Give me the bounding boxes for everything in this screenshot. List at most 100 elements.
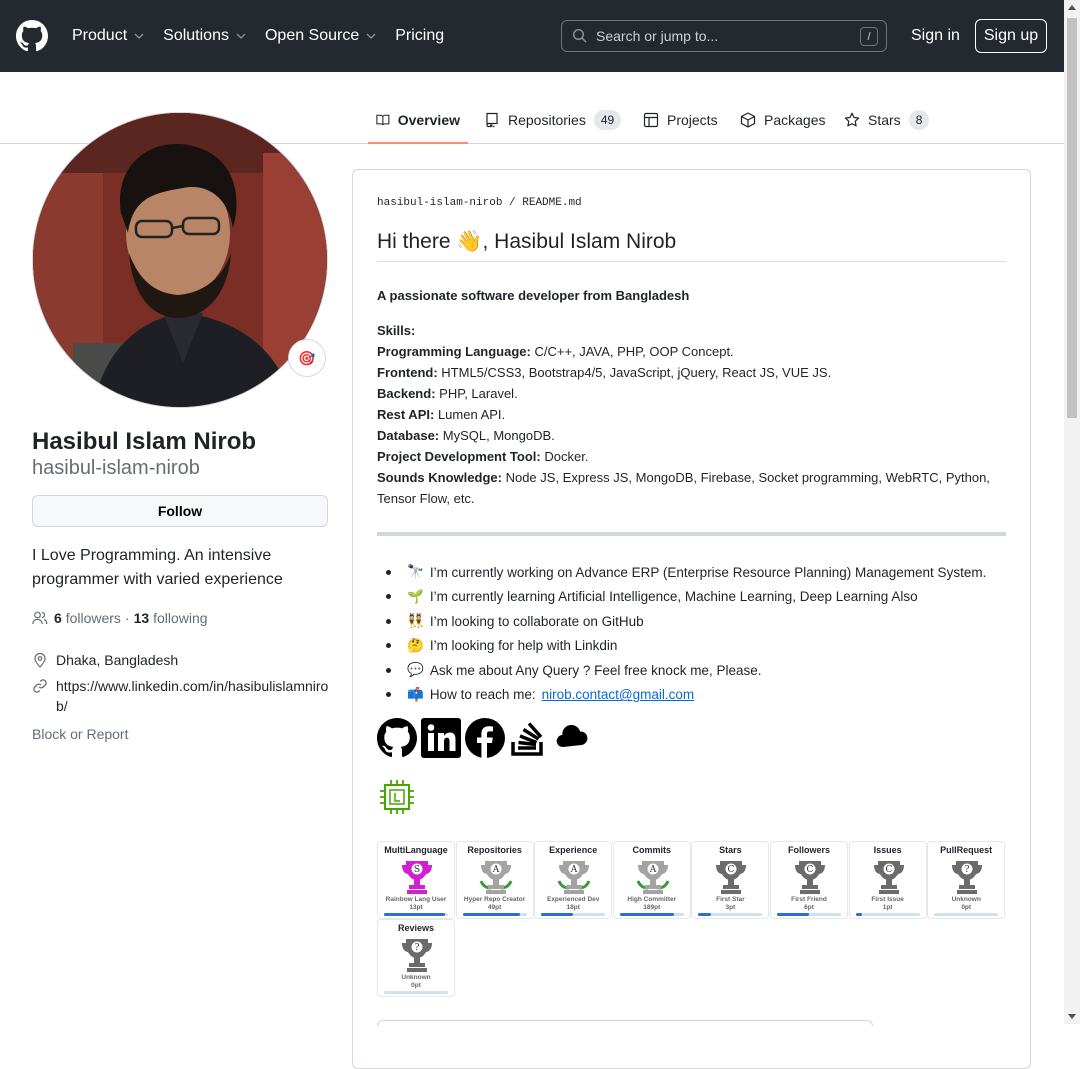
trophy-points: 18pt bbox=[566, 904, 580, 911]
followers-count: 6 bbox=[54, 610, 62, 626]
trophy-icon: C bbox=[873, 861, 904, 894]
bullet-text: I’m looking to collaborate on GitHub bbox=[429, 613, 644, 629]
profile-bio: I Love Programming. An intensive program… bbox=[32, 547, 283, 588]
block-or-report-link[interactable]: Block or Report bbox=[32, 726, 128, 742]
trophy-points: 6pt bbox=[804, 904, 814, 911]
sign-in-link[interactable]: Sign in bbox=[911, 27, 960, 45]
nav-solutions[interactable]: Solutions bbox=[163, 27, 247, 45]
cloud-icon[interactable] bbox=[553, 718, 593, 758]
follow-button[interactable]: Follow bbox=[32, 495, 328, 527]
search-input[interactable]: Search or jump to... / bbox=[561, 20, 887, 52]
linkedin-icon[interactable] bbox=[421, 718, 461, 758]
skills-heading: Skills: bbox=[377, 323, 416, 338]
link-icon bbox=[33, 679, 47, 693]
profile-username: hasibul-islam-nirob bbox=[32, 457, 200, 479]
skill-label: Backend: bbox=[377, 386, 436, 401]
skill-line: Programming Language: C/C++, JAVA, PHP, … bbox=[377, 341, 1017, 362]
scrollbar-thumb[interactable] bbox=[1067, 18, 1077, 418]
mailbox-emoji: 📫 bbox=[407, 686, 424, 702]
profile-website: https://www.linkedin.com/in/hasibulislam… bbox=[32, 676, 332, 716]
profile-location: Dhaka, Bangladesh bbox=[32, 650, 332, 670]
status-emoji-button[interactable]: 🎯 bbox=[288, 339, 326, 377]
skill-value: Docker. bbox=[544, 449, 589, 464]
trophy-title: High Committer bbox=[627, 896, 677, 903]
skill-label: Database: bbox=[377, 428, 440, 443]
followers-link[interactable]: 6 followers bbox=[54, 610, 121, 626]
readme-tagline: A passionate software developer from Ban… bbox=[377, 288, 690, 303]
trophy-card: Issues C First Issue 1pt bbox=[848, 841, 927, 919]
trophy-icon: ? bbox=[952, 861, 983, 894]
skill-label: Programming Language: bbox=[377, 344, 531, 359]
trophy-icon: A bbox=[479, 861, 512, 894]
stackoverflow-icon[interactable] bbox=[509, 718, 549, 758]
trophy-name: Followers bbox=[787, 845, 830, 855]
readme-path-file: README.md bbox=[522, 197, 582, 209]
avatar[interactable] bbox=[32, 112, 328, 408]
trophy-icon: A bbox=[557, 861, 591, 894]
trophy-progress bbox=[934, 913, 999, 916]
trophy-points: 0pt bbox=[961, 904, 972, 911]
trophy-progress bbox=[384, 991, 448, 994]
bullet-text: I’m currently learning Artificial Intell… bbox=[429, 589, 918, 605]
book-icon bbox=[376, 114, 390, 126]
nav-open-source[interactable]: Open Source bbox=[265, 27, 377, 45]
next-card-edge bbox=[377, 1020, 873, 1026]
email-link[interactable]: nirob.contact@gmail.com bbox=[542, 687, 695, 702]
trophy-name: Reviews bbox=[397, 923, 435, 933]
chevron-down-icon bbox=[134, 33, 144, 39]
website-link[interactable]: https://www.linkedin.com/in/hasibulislam… bbox=[56, 676, 332, 716]
skill-label: Sounds Knowledge: bbox=[377, 470, 502, 485]
trophy-name: Experience bbox=[549, 845, 598, 855]
section-divider bbox=[377, 532, 1006, 536]
tab-stars[interactable]: Stars 8 bbox=[844, 108, 930, 144]
trophy-icon: ? bbox=[402, 939, 432, 972]
tab-repositories[interactable]: Repositories 49 bbox=[484, 108, 622, 144]
readme-path-user[interactable]: hasibul-islam-nirob bbox=[377, 197, 502, 209]
repo-icon bbox=[486, 112, 498, 128]
trophy-card: Commits A High Committer 189pt bbox=[612, 841, 691, 919]
tab-projects[interactable]: Projects bbox=[643, 108, 718, 144]
facebook-icon[interactable] bbox=[465, 718, 505, 758]
trophy-icon: C bbox=[795, 861, 825, 894]
skill-line: Sounds Knowledge: Node JS, Express JS, M… bbox=[377, 467, 1017, 509]
location-icon bbox=[34, 652, 46, 668]
site-header: Product Solutions Open Source Pricing Se… bbox=[0, 0, 1064, 72]
tab-overview[interactable]: Overview bbox=[368, 108, 468, 144]
trophy-name: PullRequest bbox=[940, 845, 993, 855]
trophy-title: Rainbow Lang User bbox=[385, 896, 447, 903]
trophy-rank: C bbox=[728, 865, 735, 875]
skill-value: MySQL, MongoDB. bbox=[442, 428, 555, 443]
scroll-down-arrow[interactable] bbox=[1068, 1014, 1076, 1019]
nav-pricing[interactable]: Pricing bbox=[395, 27, 444, 45]
trophy-icon: C bbox=[716, 861, 747, 894]
trophy-rank: S bbox=[414, 865, 420, 875]
page-scrollbar[interactable] bbox=[1064, 0, 1080, 1024]
trophy-icon: S bbox=[402, 861, 432, 894]
skill-line: Rest API: Lumen API. bbox=[377, 404, 1017, 425]
bullet-text: I’m currently working on Advance ERP (En… bbox=[429, 564, 987, 580]
following-link[interactable]: 13 following bbox=[134, 610, 208, 626]
nav-product[interactable]: Product bbox=[72, 27, 145, 45]
scroll-up-arrow[interactable] bbox=[1068, 5, 1076, 10]
skills-block: Skills: Programming Language: C/C++, JAV… bbox=[377, 320, 1017, 509]
tab-packages-label: Packages bbox=[764, 112, 826, 128]
trophy-rank: ? bbox=[965, 865, 970, 875]
trophy-progress bbox=[855, 913, 920, 916]
telescope-emoji: 🔭 bbox=[407, 564, 424, 580]
trophy-rank: A bbox=[491, 865, 499, 875]
chevron-down-icon bbox=[236, 33, 246, 39]
trophy-progress bbox=[698, 913, 763, 916]
profile-full-name: Hasibul Islam Nirob bbox=[32, 428, 257, 455]
stars-count: 8 bbox=[908, 110, 930, 130]
trophy-card: Experience A Experienced Dev 18pt bbox=[534, 841, 613, 919]
github-logo-icon[interactable] bbox=[16, 20, 48, 52]
tab-packages[interactable]: Packages bbox=[740, 108, 825, 144]
trophy-progress bbox=[777, 913, 841, 916]
trophy-name: Issues bbox=[873, 845, 902, 855]
list-item: 📫 How to reach me: nirob.contact@gmail.co… bbox=[377, 683, 986, 708]
github-icon[interactable] bbox=[377, 718, 417, 758]
trophy-name: Commits bbox=[632, 845, 672, 855]
trophy-progress bbox=[541, 913, 606, 916]
sign-up-button[interactable]: Sign up bbox=[975, 19, 1047, 53]
following-label: following bbox=[153, 610, 208, 626]
